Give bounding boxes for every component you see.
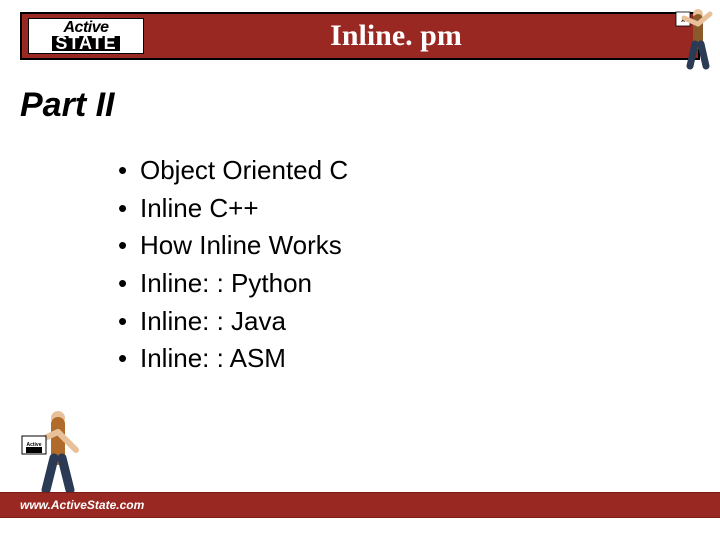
mascot-top-right-icon: A xyxy=(670,4,716,70)
list-item: • Inline: : ASM xyxy=(118,340,348,378)
bullet-icon: • xyxy=(118,265,140,303)
bullet-icon: • xyxy=(118,303,140,341)
list-item: • Inline: : Python xyxy=(118,265,348,303)
footer-url: www.ActiveState.com xyxy=(20,498,144,512)
header-bar: Active STATE Inline. pm xyxy=(20,12,700,60)
footer-bar: www.ActiveState.com xyxy=(0,492,720,518)
bullet-list: • Object Oriented C • Inline C++ • How I… xyxy=(118,152,348,378)
bullet-icon: • xyxy=(118,340,140,378)
bullet-text: Inline: : ASM xyxy=(140,340,286,378)
list-item: • Inline: : Java xyxy=(118,303,348,341)
logo-text-state: STATE xyxy=(52,36,119,51)
bullet-icon: • xyxy=(118,190,140,228)
bullet-icon: • xyxy=(118,227,140,265)
mascot-bottom-left-icon: Active xyxy=(18,406,86,494)
slide-title: Inline. pm xyxy=(144,19,698,53)
list-item: • How Inline Works xyxy=(118,227,348,265)
bullet-text: Object Oriented C xyxy=(140,152,348,190)
section-heading: Part II xyxy=(20,86,114,125)
bullet-text: Inline: : Python xyxy=(140,265,312,303)
slide: Active STATE Inline. pm A Part II • Obje… xyxy=(0,0,720,540)
bullet-text: How Inline Works xyxy=(140,227,342,265)
bullet-text: Inline: : Java xyxy=(140,303,286,341)
activestate-logo: Active STATE xyxy=(28,18,144,54)
bullet-icon: • xyxy=(118,152,140,190)
list-item: • Inline C++ xyxy=(118,190,348,228)
bullet-text: Inline C++ xyxy=(140,190,259,228)
list-item: • Object Oriented C xyxy=(118,152,348,190)
